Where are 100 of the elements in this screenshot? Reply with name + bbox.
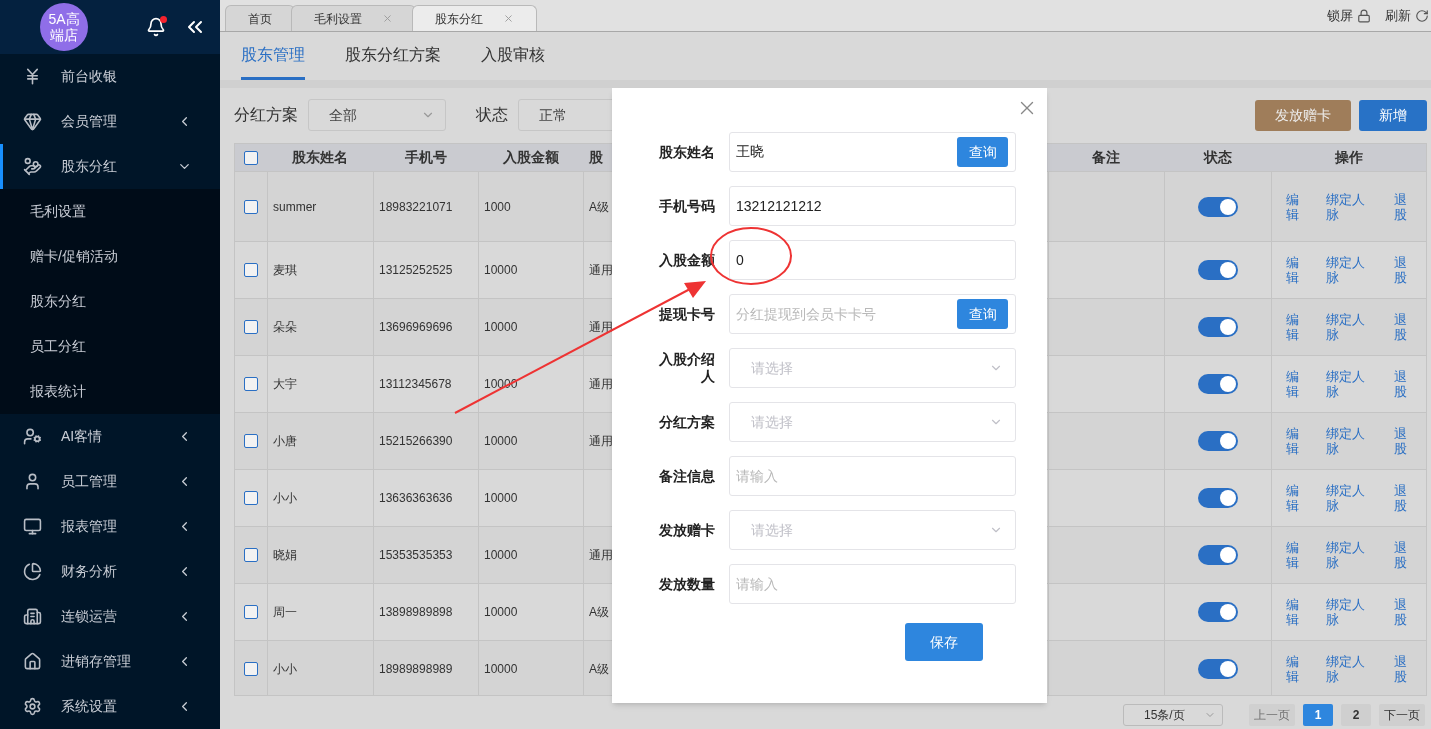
input-field[interactable]: 请输入	[729, 564, 1016, 604]
action-link[interactable]: 绑定人脉	[1326, 654, 1368, 684]
action-link[interactable]: 编辑	[1286, 597, 1300, 627]
field-label: 股东姓名	[658, 143, 715, 161]
add-button[interactable]: 新增	[1359, 99, 1427, 131]
query-button[interactable]: 查询	[957, 299, 1008, 329]
column-header: 操作	[1334, 148, 1363, 167]
column-header: 状态	[1203, 148, 1232, 167]
action-link[interactable]: 绑定人脉	[1326, 483, 1368, 513]
sidebar-item[interactable]: 报表管理	[0, 504, 220, 549]
action-link[interactable]: 编辑	[1286, 483, 1300, 513]
bell-icon[interactable]	[146, 17, 166, 37]
action-link[interactable]: 退股	[1394, 312, 1408, 342]
checkbox[interactable]	[244, 199, 258, 214]
checkbox[interactable]	[244, 548, 258, 562]
sidebar-item[interactable]: 系统设置	[0, 684, 220, 729]
input-field[interactable]: 0	[729, 240, 1016, 280]
status-toggle[interactable]	[1198, 659, 1238, 679]
checkbox[interactable]	[244, 377, 258, 391]
checkbox[interactable]	[244, 434, 258, 448]
page-button[interactable]: 1	[1303, 704, 1333, 726]
gift-card-button[interactable]: 发放赠卡	[1255, 99, 1351, 131]
table-cell-text: 通用	[589, 547, 613, 564]
checkbox[interactable]	[244, 263, 258, 277]
filter-select[interactable]: 全部	[308, 99, 446, 131]
status-toggle[interactable]	[1198, 317, 1238, 337]
checkbox[interactable]	[244, 491, 258, 505]
table-cell-text: 15353535353	[379, 547, 453, 564]
status-toggle[interactable]	[1198, 196, 1238, 217]
action-link[interactable]: 退股	[1394, 369, 1408, 399]
save-button[interactable]: 保存	[905, 623, 983, 661]
input-field[interactable]: 13212121212	[729, 186, 1016, 226]
action-link[interactable]: 编辑	[1286, 369, 1300, 399]
table-cell-text: 13696969696	[379, 319, 453, 336]
action-link[interactable]: 编辑	[1286, 426, 1300, 456]
table-cell-text: A级	[589, 198, 609, 216]
action-link[interactable]: 退股	[1394, 654, 1408, 684]
action-link[interactable]: 编辑	[1286, 312, 1300, 342]
query-button[interactable]: 查询	[957, 137, 1008, 167]
table-cell-text: A级	[589, 661, 609, 678]
pie-chart-icon	[23, 562, 42, 581]
table-cell-text: 小小	[273, 661, 297, 678]
status-toggle[interactable]	[1198, 374, 1238, 394]
sidebar-item[interactable]: 股东分红	[0, 144, 220, 189]
checkbox[interactable]	[244, 150, 258, 165]
action-link[interactable]: 编辑	[1286, 540, 1300, 570]
action-link[interactable]: 退股	[1394, 540, 1408, 570]
action-link[interactable]: 编辑	[1286, 255, 1300, 285]
action-link[interactable]: 绑定人脉	[1326, 369, 1368, 399]
sidebar-item[interactable]: 连锁运营	[0, 594, 220, 639]
checkbox[interactable]	[244, 320, 258, 334]
status-toggle[interactable]	[1198, 602, 1238, 622]
status-toggle[interactable]	[1198, 431, 1238, 451]
sub-tab[interactable]: 入股审核	[481, 32, 545, 80]
next-page-button[interactable]: 下一页	[1379, 704, 1425, 726]
action-link[interactable]: 绑定人脉	[1326, 255, 1368, 285]
page-tab[interactable]: 股东分红	[412, 5, 537, 31]
sidebar-item[interactable]: 进销存管理	[0, 639, 220, 684]
table-cell-text: summer	[273, 198, 317, 216]
action-link[interactable]: 编辑	[1286, 191, 1300, 222]
action-link[interactable]: 退股	[1394, 191, 1408, 222]
column-header: 手机号	[404, 148, 447, 167]
checkbox[interactable]	[244, 662, 258, 676]
action-link[interactable]: 编辑	[1286, 654, 1300, 684]
table-cell-text: 小唐	[273, 433, 297, 450]
submenu-item[interactable]: 报表统计	[0, 369, 220, 414]
action-link[interactable]: 退股	[1394, 255, 1408, 285]
table-cell-text: 朵朵	[273, 319, 297, 336]
checkbox[interactable]	[244, 605, 258, 619]
sidebar-item[interactable]: 前台收银	[0, 54, 220, 99]
field-label: 入股介绍人	[658, 351, 715, 385]
submenu-item[interactable]: 股东分红	[0, 279, 220, 324]
sidebar-item[interactable]: 财务分析	[0, 549, 220, 594]
sidebar-item[interactable]: 会员管理	[0, 99, 220, 144]
refresh-button[interactable]: 刷新	[1385, 5, 1429, 26]
action-link[interactable]: 绑定人脉	[1326, 312, 1368, 342]
lock-screen-button[interactable]: 锁屏	[1327, 5, 1371, 26]
table-cell-text: 10000	[484, 490, 518, 507]
table-cell-text: 通用	[589, 262, 613, 279]
input-field[interactable]: 请输入	[729, 456, 1016, 496]
action-link[interactable]: 退股	[1394, 483, 1408, 513]
action-link[interactable]: 退股	[1394, 426, 1408, 456]
action-link[interactable]: 绑定人脉	[1326, 540, 1368, 570]
status-toggle[interactable]	[1198, 545, 1238, 565]
submenu-item[interactable]: 赠卡/促销活动	[0, 234, 220, 279]
action-link[interactable]: 绑定人脉	[1326, 426, 1368, 456]
status-toggle[interactable]	[1198, 260, 1238, 280]
action-link[interactable]: 绑定人脉	[1326, 191, 1368, 222]
sub-tab[interactable]: 股东分红方案	[345, 32, 441, 80]
sidebar-item[interactable]: AI客情	[0, 414, 220, 459]
action-link[interactable]: 绑定人脉	[1326, 597, 1368, 627]
action-link[interactable]: 退股	[1394, 597, 1408, 627]
table-cell-text: 18989898989	[379, 661, 453, 678]
submenu-item[interactable]: 毛利设置	[0, 189, 220, 234]
page-button[interactable]: 2	[1341, 704, 1371, 726]
table-cell-text: 通用	[589, 376, 613, 393]
status-toggle[interactable]	[1198, 488, 1238, 508]
submenu-item[interactable]: 员工分红	[0, 324, 220, 369]
page-size-select[interactable]: 15条/页	[1123, 704, 1223, 726]
sidebar-item[interactable]: 员工管理	[0, 459, 220, 504]
